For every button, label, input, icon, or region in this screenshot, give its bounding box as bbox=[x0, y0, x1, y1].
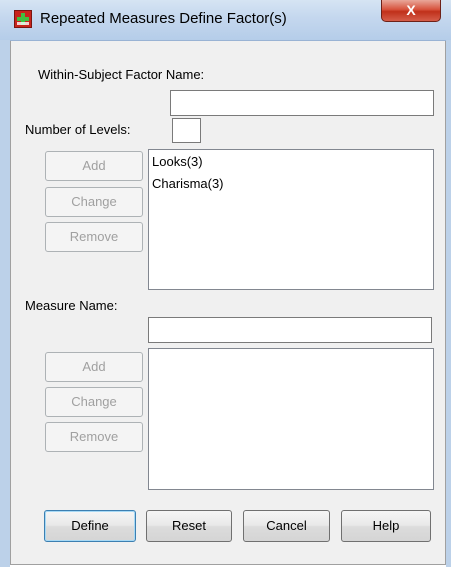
factor-name-label: Within-Subject Factor Name: bbox=[38, 67, 205, 82]
measure-name-input[interactable] bbox=[148, 317, 432, 343]
measure-add-button[interactable]: Add bbox=[45, 352, 143, 382]
list-item[interactable]: Charisma(3) bbox=[152, 176, 224, 191]
number-of-levels-label: Number of Levels: bbox=[25, 122, 131, 137]
cancel-button[interactable]: Cancel bbox=[243, 510, 330, 542]
factor-change-button[interactable]: Change bbox=[45, 187, 143, 217]
measure-remove-button[interactable]: Remove bbox=[45, 422, 143, 452]
list-item[interactable]: Looks(3) bbox=[152, 154, 203, 169]
number-of-levels-input[interactable] bbox=[172, 118, 201, 143]
define-button[interactable]: Define bbox=[44, 510, 136, 542]
measure-listbox[interactable] bbox=[148, 348, 434, 490]
close-icon: X bbox=[406, 2, 416, 18]
reset-button[interactable]: Reset bbox=[146, 510, 232, 542]
window-frame-right bbox=[446, 40, 451, 567]
measure-change-button[interactable]: Change bbox=[45, 387, 143, 417]
help-button[interactable]: Help bbox=[341, 510, 431, 542]
factor-listbox[interactable]: Looks(3) Charisma(3) bbox=[148, 149, 434, 290]
window-frame-left bbox=[0, 40, 10, 567]
factor-remove-button[interactable]: Remove bbox=[45, 222, 143, 252]
measure-name-label: Measure Name: bbox=[25, 298, 118, 313]
title-bar[interactable]: Repeated Measures Define Factor(s) X bbox=[0, 0, 451, 41]
window-title: Repeated Measures Define Factor(s) bbox=[40, 10, 287, 27]
close-button[interactable]: X bbox=[381, 0, 441, 22]
factor-name-input[interactable] bbox=[170, 90, 434, 116]
spss-dialog-icon bbox=[14, 10, 32, 28]
factor-add-button[interactable]: Add bbox=[45, 151, 143, 181]
